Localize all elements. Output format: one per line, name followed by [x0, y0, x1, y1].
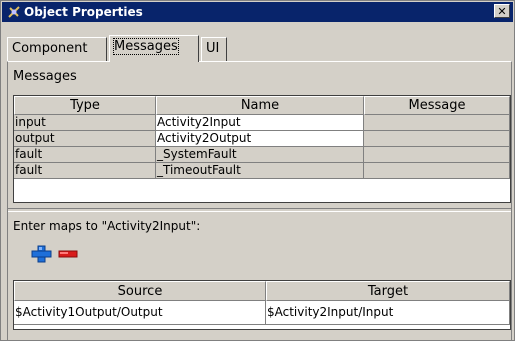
column-header-target[interactable]: Target: [266, 281, 510, 301]
close-icon: ✕: [497, 5, 507, 18]
maps-label: Enter maps to "Activity2Input":: [13, 219, 201, 233]
properties-icon: [8, 6, 20, 18]
row-type-cell[interactable]: input: [14, 115, 156, 131]
tab-ui[interactable]: UI: [201, 37, 227, 61]
maps-table[interactable]: Source Target $Activity1Output/Output $A…: [13, 280, 511, 330]
window-title: Object Properties: [24, 5, 143, 19]
remove-map-button[interactable]: [57, 245, 79, 263]
map-source-cell[interactable]: $Activity1Output/Output: [14, 301, 266, 325]
plus-icon: [31, 245, 52, 263]
messages-section-label: Messages: [13, 69, 77, 84]
row-name-cell[interactable]: Activity2Output: [156, 131, 364, 147]
messages-table[interactable]: Type Name Message input Activity2Input o…: [13, 95, 511, 203]
row-message-cell[interactable]: [364, 147, 510, 163]
tab-messages[interactable]: Messages: [109, 35, 199, 62]
map-target-cell[interactable]: $Activity2Input/Input: [266, 301, 510, 325]
column-header-message[interactable]: Message: [364, 96, 510, 115]
row-message-cell[interactable]: [364, 131, 510, 147]
title-bar[interactable]: Object Properties ✕: [2, 2, 513, 22]
row-message-cell[interactable]: [364, 115, 510, 131]
close-button[interactable]: ✕: [494, 4, 510, 18]
add-map-button[interactable]: [31, 245, 53, 263]
row-type-cell[interactable]: fault: [14, 163, 156, 179]
row-name-cell[interactable]: Activity2Input: [156, 115, 364, 131]
row-message-cell[interactable]: [364, 163, 510, 179]
row-type-cell[interactable]: fault: [14, 147, 156, 163]
object-properties-window: Object Properties ✕ Component Messages U…: [0, 0, 515, 341]
column-header-source[interactable]: Source: [14, 281, 266, 301]
minus-icon: [58, 250, 78, 258]
row-type-cell[interactable]: output: [14, 131, 156, 147]
column-header-name[interactable]: Name: [156, 96, 364, 115]
row-name-cell[interactable]: _TimeoutFault: [156, 163, 364, 179]
tab-component[interactable]: Component: [7, 37, 107, 61]
column-header-type[interactable]: Type: [14, 96, 156, 115]
row-name-cell[interactable]: _SystemFault: [156, 147, 364, 163]
section-divider: [8, 208, 511, 212]
